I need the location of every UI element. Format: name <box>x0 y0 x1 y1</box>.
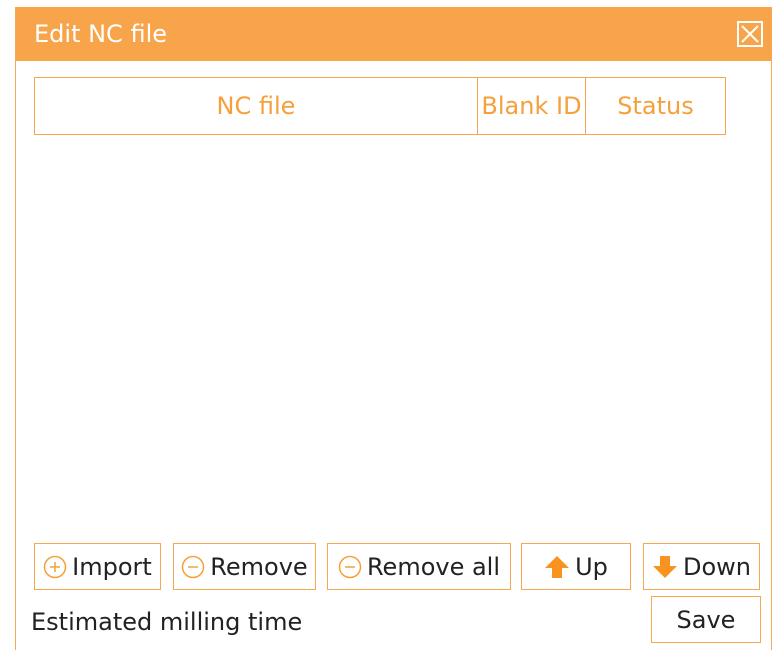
nc-file-table-body[interactable] <box>34 135 726 535</box>
import-label: Import <box>72 552 152 581</box>
close-button[interactable] <box>737 21 763 47</box>
nc-file-table-header: NC file Blank ID Status <box>34 77 726 135</box>
column-header-status[interactable]: Status <box>586 78 725 134</box>
plus-circle-icon <box>43 555 67 579</box>
column-header-blank-id[interactable]: Blank ID <box>478 78 586 134</box>
move-up-button[interactable]: Up <box>521 543 631 590</box>
column-header-nc-file[interactable]: NC file <box>35 78 478 134</box>
remove-all-button[interactable]: Remove all <box>327 543 511 590</box>
remove-label: Remove <box>210 552 308 581</box>
move-down-button[interactable]: Down <box>643 543 760 590</box>
dialog-title: Edit NC file <box>34 20 167 48</box>
remove-all-label: Remove all <box>366 552 501 581</box>
edit-nc-file-dialog: Edit NC file NC file Blank ID Status Imp… <box>15 7 772 650</box>
up-label: Up <box>575 552 608 581</box>
close-icon <box>741 25 759 43</box>
arrow-up-icon <box>544 554 570 580</box>
save-button[interactable]: Save <box>651 596 761 643</box>
remove-button[interactable]: Remove <box>173 543 316 590</box>
estimated-milling-time-label: Estimated milling time <box>31 608 303 636</box>
import-button[interactable]: Import <box>34 543 161 590</box>
dialog-titlebar: Edit NC file <box>16 7 771 61</box>
down-label: Down <box>682 552 751 581</box>
minus-circle-icon <box>181 555 205 579</box>
arrow-down-icon <box>652 554 678 580</box>
minus-circle-icon <box>338 555 362 579</box>
